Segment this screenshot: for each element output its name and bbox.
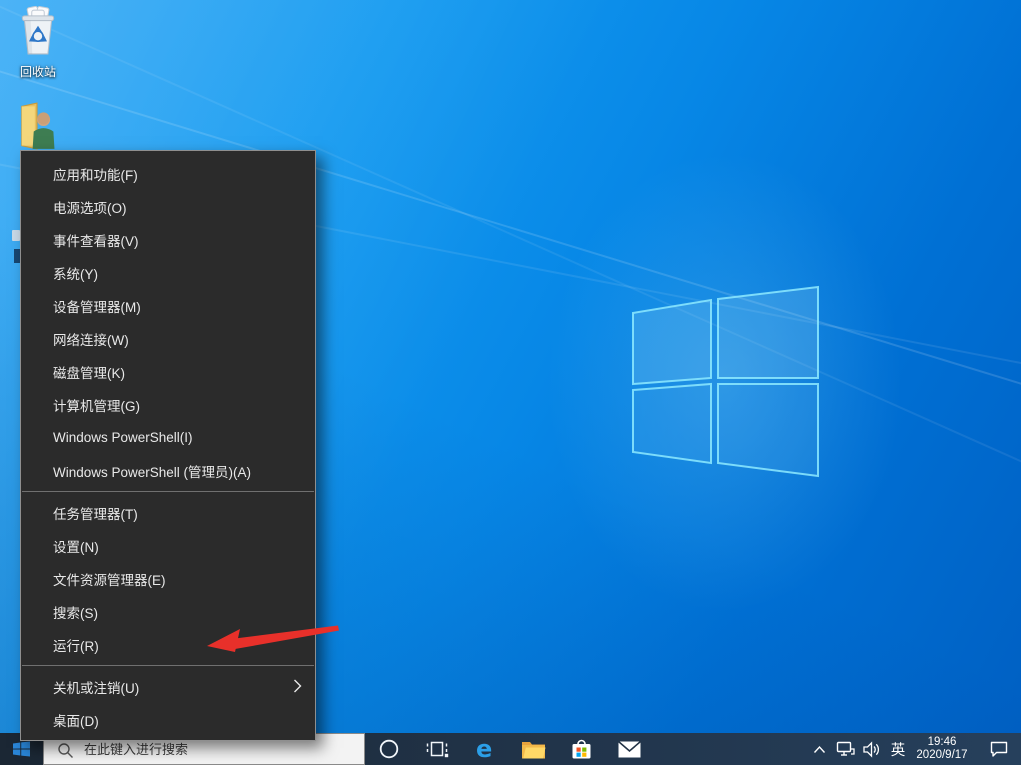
menu-item-computer-management[interactable]: 计算机管理(G) [21,388,315,421]
action-center-button[interactable] [979,733,1019,765]
menu-item-powershell-admin[interactable]: Windows PowerShell (管理员)(A) [21,454,315,487]
hidden-desktop-icon-fragment [12,230,20,241]
desktop-icon-recycle-bin[interactable]: 回收站 [0,6,76,80]
file-explorer-icon [521,739,546,760]
cortana-button[interactable] [365,733,413,765]
ime-label: 英 [891,739,906,760]
menu-item-file-explorer[interactable]: 文件资源管理器(E) [21,562,315,595]
recycle-bin-icon [15,6,61,56]
windows-wallpaper-logo-icon [630,283,822,479]
svg-text:e: e [476,736,492,762]
ethernet-network-icon [836,741,855,757]
menu-item-label: 搜索(S) [53,602,98,622]
clock[interactable]: 19:46 2020/9/17 [911,733,973,765]
speaker-icon [862,741,881,758]
menu-item-label: 关机或注销(U) [53,677,139,697]
menu-separator [22,665,314,666]
menu-item-event-viewer[interactable]: 事件查看器(V) [21,223,315,256]
cortana-icon [378,738,400,760]
recycle-bin-label: 回收站 [0,63,76,80]
menu-item-apps-and-features[interactable]: 应用和功能(F) [21,157,315,190]
menu-item-settings[interactable]: 设置(N) [21,529,315,562]
menu-item-label: 任务管理器(T) [53,503,138,523]
show-hidden-icons-button[interactable] [806,733,832,765]
file-explorer-button[interactable] [509,733,557,765]
menu-separator [22,491,314,492]
menu-item-label: 设置(N) [53,536,99,556]
submenu-chevron-icon [293,679,302,696]
menu-item-label: 桌面(D) [53,710,99,730]
menu-item-label: 电源选项(O) [53,197,127,217]
task-view-button[interactable] [413,733,461,765]
menu-item-powershell[interactable]: Windows PowerShell(I) [21,421,315,454]
menu-item-task-manager[interactable]: 任务管理器(T) [21,496,315,529]
taskbar-buttons: e [365,733,653,765]
menu-item-disk-management[interactable]: 磁盘管理(K) [21,355,315,388]
menu-item-label: 事件查看器(V) [53,230,139,250]
action-center-icon [989,740,1009,758]
menu-item-label: 应用和功能(F) [53,164,138,184]
desktop: 回收站 应用和功能(F) 电源选项(O) 事件查看器(V) 系统(Y) 设备管理… [0,0,1021,765]
task-view-icon [425,738,449,760]
windows-start-icon [13,741,30,757]
tray-time: 19:46 [928,736,957,749]
menu-item-label: 计算机管理(G) [53,395,140,415]
menu-item-label: 系统(Y) [53,263,98,283]
winx-menu: 应用和功能(F) 电源选项(O) 事件查看器(V) 系统(Y) 设备管理器(M)… [20,150,316,741]
network-status-button[interactable] [832,733,858,765]
menu-item-label: 磁盘管理(K) [53,362,125,382]
menu-item-label: Windows PowerShell(I) [53,430,193,445]
mail-icon [617,740,642,759]
menu-item-system[interactable]: 系统(Y) [21,256,315,289]
system-tray: 英 19:46 2020/9/17 [806,733,1019,765]
menu-item-desktop[interactable]: 桌面(D) [21,703,315,736]
menu-item-label: 运行(R) [53,635,99,655]
search-icon [57,742,74,759]
edge-button[interactable]: e [461,733,509,765]
menu-item-power-options[interactable]: 电源选项(O) [21,190,315,223]
menu-item-label: Windows PowerShell (管理员)(A) [53,461,251,481]
user-folder-icon [14,102,60,150]
tray-date: 2020/9/17 [916,749,967,762]
chevron-up-icon [813,745,826,754]
menu-item-search[interactable]: 搜索(S) [21,595,315,628]
microsoft-store-icon [570,737,593,761]
menu-item-network-connections[interactable]: 网络连接(W) [21,322,315,355]
edge-icon: e [472,736,498,762]
menu-item-run[interactable]: 运行(R) [21,628,315,661]
menu-item-label: 设备管理器(M) [53,296,141,316]
volume-button[interactable] [858,733,885,765]
menu-item-label: 网络连接(W) [53,329,129,349]
menu-item-device-manager[interactable]: 设备管理器(M) [21,289,315,322]
desktop-icon-user-folder[interactable] [0,102,75,155]
mail-button[interactable] [605,733,653,765]
menu-item-shutdown-or-signout[interactable]: 关机或注销(U) [21,670,315,703]
menu-item-label: 文件资源管理器(E) [53,569,166,589]
ime-language-indicator[interactable]: 英 [885,733,911,765]
store-button[interactable] [557,733,605,765]
